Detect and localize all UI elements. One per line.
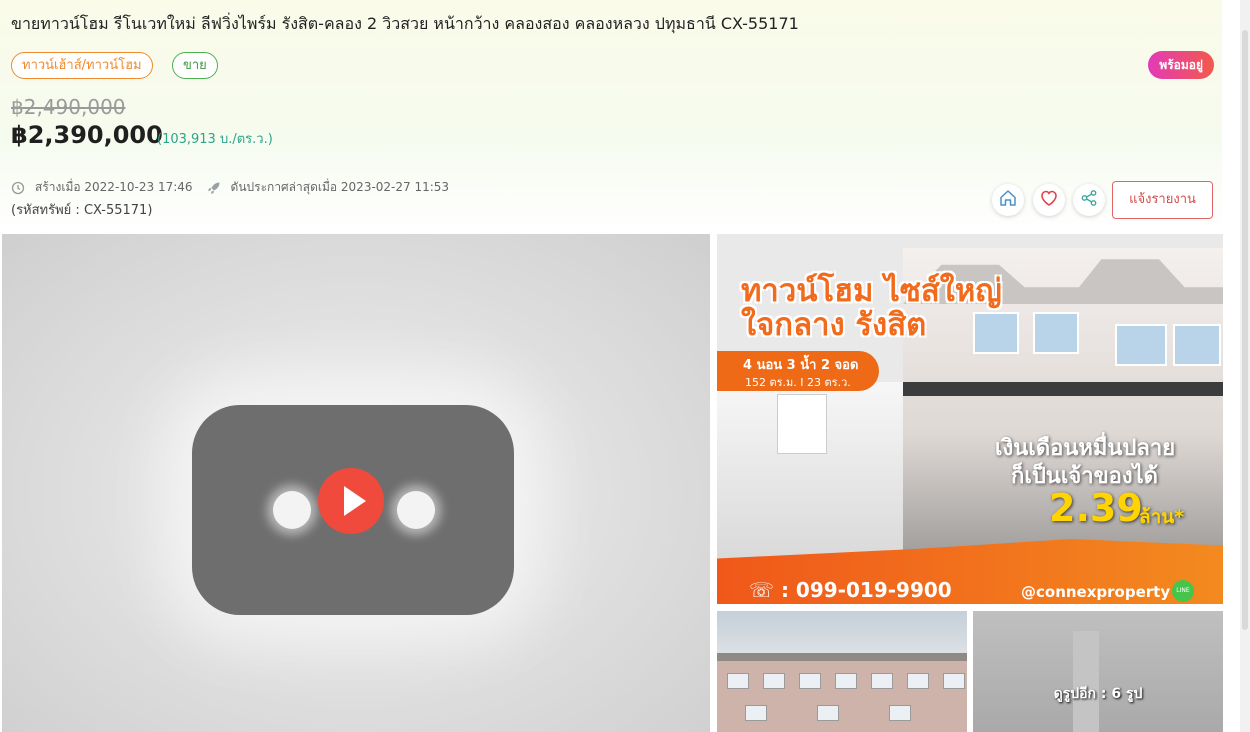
window [889,705,911,721]
promo-spec-pill: 4 นอน 3 น้ำ 2 จอด 152 ตร.ม. I 23 ตร.ว. [717,351,879,391]
share-button[interactable] [1073,184,1105,216]
home-icon [998,188,1018,212]
old-price: ฿2,490,000 [11,95,126,119]
favorite-button[interactable] [1033,184,1065,216]
gallery-thumbnail-exterior[interactable] [717,611,967,732]
promo-price-unit: ล้าน* [1139,506,1185,528]
created-date: สร้างเมื่อ 2022-10-23 17:46 [35,180,193,194]
promo-subheadline: ใจกลาง รังสิต [741,307,927,343]
pushed-date: ดันประกาศล่าสุดเมื่อ 2023-02-27 11:53 [230,180,450,194]
window [763,673,785,689]
share-icon [1080,189,1098,211]
more-photos-label: ดูรูปอีก : 6 รูป [1053,686,1143,702]
window [817,705,839,721]
promo-area: 152 ตร.ม. I 23 ตร.ว. [745,376,851,389]
townhouse-eave [717,653,967,661]
listing-title: ขายทาวน์โฮม รีโนเวทใหม่ ลีฟวิ่งไพร์ม รัง… [11,14,799,33]
window [799,673,821,689]
gallery-thumbnail-more[interactable]: ดูรูปอีก : 6 รูป [973,611,1223,732]
promo-phone: ☏ : 099-019-9900 [749,578,952,602]
property-code: (รหัสทรัพย์ : CX-55171) [11,203,153,218]
window [871,673,893,689]
clock-icon [11,181,25,195]
sale-type-chip[interactable]: ขาย [172,52,218,79]
window [727,673,749,689]
promo-specs: 4 นอน 3 น้ำ 2 จอด [743,358,859,373]
scrollbar-thumb[interactable] [1242,30,1248,630]
property-type-chip[interactable]: ทาวน์เฮ้าส์/ทาวน์โฮม [11,52,153,79]
loading-dot [397,491,435,529]
report-button[interactable]: แจ้งรายงาน [1112,181,1213,219]
listing-page: ขายทาวน์โฮม รีโนเวทใหม่ ลีฟวิ่งไพร์ม รัง… [0,0,1250,732]
line-icon: LINE [1172,580,1194,602]
window [973,312,1019,354]
promo-line-id: @connexproperty [1021,583,1171,601]
window [1115,324,1167,366]
gallery-main-photo[interactable]: ทาวน์โฮม ไซส์ใหญ่ ใจกลาง รังสิต 4 นอน 3 … [717,234,1223,604]
promo-price: 2.39 [1049,486,1143,530]
loading-dot [273,491,311,529]
window [1173,324,1221,366]
video-thumbnail[interactable] [2,234,710,732]
window [835,673,857,689]
status-badge: พร้อมอยู่ [1148,51,1214,79]
play-icon[interactable] [318,468,384,534]
carport-awning [903,382,1223,396]
rocket-icon [207,181,221,195]
listing-meta: สร้างเมื่อ 2022-10-23 17:46 ดันประกาศล่า… [11,178,449,197]
current-price: ฿2,390,000 [11,121,163,149]
heart-icon [1039,188,1059,212]
price-per-sqwa: (103,913 บ./ตร.ว.) [157,132,273,147]
promo-headline: ทาวน์โฮม ไซส์ใหญ่ [741,273,1002,309]
window [745,705,767,721]
listing-header: ขายทาวน์โฮม รีโนเวทใหม่ ลีฟวิ่งไพร์ม รัง… [0,0,1222,232]
window [943,673,965,689]
interior-window [777,394,827,454]
window [1033,312,1079,354]
home-button[interactable] [992,184,1024,216]
thumbnail-overlay [973,611,1223,732]
window [907,673,929,689]
